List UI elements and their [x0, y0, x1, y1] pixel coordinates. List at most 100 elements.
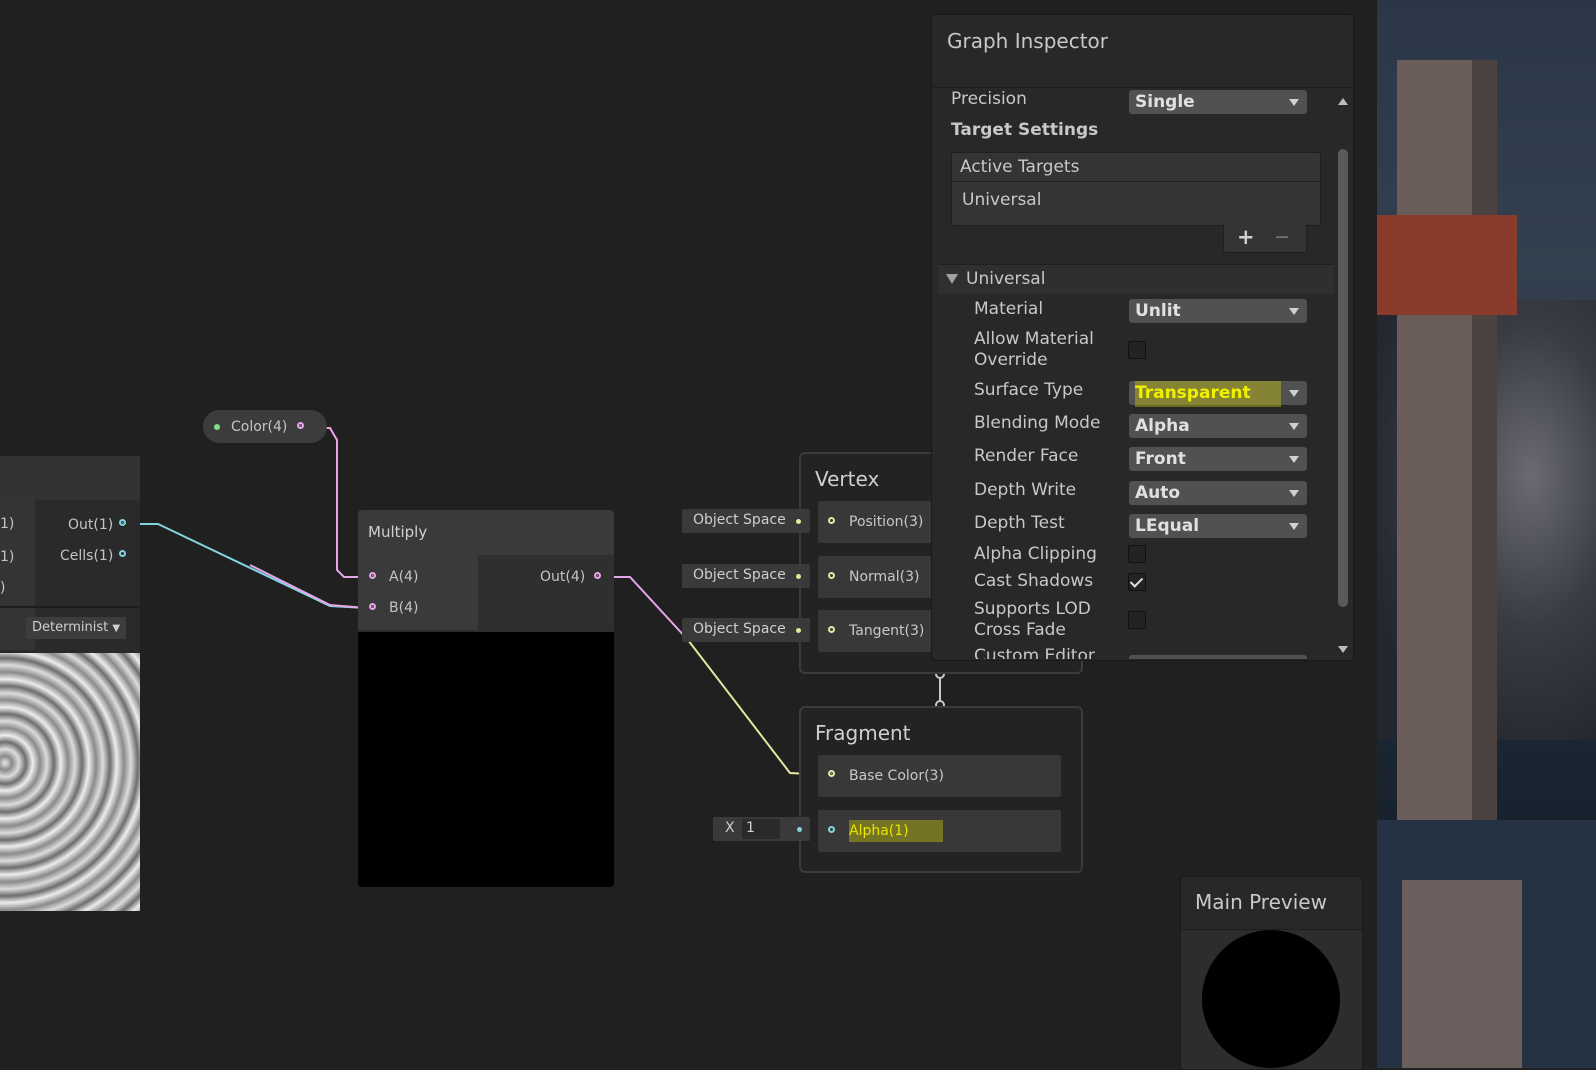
wire-pink-b: [249, 564, 367, 609]
color-property-node[interactable]: Color(4): [203, 410, 327, 443]
slot-label: Normal(3): [849, 569, 920, 585]
wire-multiply-out: [604, 576, 689, 641]
input-b-port[interactable]: [369, 603, 376, 610]
output-port[interactable]: [594, 572, 601, 579]
dropdown-value: Unlit: [1135, 301, 1181, 321]
port-row: ): [0, 580, 5, 596]
value-box[interactable]: 1: [742, 819, 780, 839]
alpha-port[interactable]: [828, 826, 835, 833]
tangent-port[interactable]: [828, 626, 835, 633]
node-preview: [358, 632, 614, 887]
depth-test-label: Depth Test: [974, 513, 1065, 533]
color-out-port[interactable]: [297, 422, 304, 429]
add-target-button[interactable]: +: [1237, 225, 1255, 249]
active-targets-list[interactable]: Active Targets Universal: [951, 152, 1321, 226]
dropdown-value: LEqual: [1135, 516, 1200, 536]
preview-sphere: [1202, 930, 1340, 1068]
output-label: Out(4): [540, 569, 586, 585]
input-value: Object Space: [693, 621, 786, 637]
position-space-input[interactable]: Object Space: [682, 509, 810, 533]
allow-material-override-label: Allow Material Override: [974, 329, 1094, 370]
multiply-node[interactable]: Multiply A(4) B(4) Out(4): [358, 510, 614, 887]
scroll-down-arrow-icon[interactable]: [1338, 646, 1348, 653]
chevron-down-icon: [1289, 99, 1299, 106]
custom-editor-dropdown[interactable]: [1129, 655, 1307, 659]
property-label: Color(4): [231, 419, 288, 435]
chevron-down-icon: [1289, 308, 1299, 315]
base-color-slot[interactable]: Base Color(3): [818, 755, 1061, 797]
dropdown-value: Alpha: [1135, 416, 1190, 436]
node-divider: [0, 606, 140, 608]
material-dropdown[interactable]: Unlit: [1129, 299, 1307, 323]
preview-viewport[interactable]: [1181, 930, 1362, 1069]
port-label: 1): [0, 549, 15, 565]
cells-port-label: Cells(1): [60, 548, 114, 564]
slot-label: Tangent(3): [849, 623, 925, 639]
dropdown-value: Front: [1135, 449, 1186, 469]
target-settings-heading: Target Settings: [951, 120, 1099, 140]
port-label: ): [0, 580, 6, 596]
chevron-down-icon: ▼: [112, 623, 121, 634]
fragment-block[interactable]: Fragment Base Color(3) Alpha(1): [799, 706, 1083, 873]
axis-label: X: [725, 820, 735, 836]
fragment-title: Fragment: [815, 721, 911, 745]
main-preview-panel[interactable]: Main Preview: [1180, 876, 1363, 1070]
alpha-value-input[interactable]: X 1: [713, 817, 810, 841]
input-a-port[interactable]: [369, 572, 376, 579]
depth-write-dropdown[interactable]: Auto: [1129, 481, 1307, 505]
depth-test-dropdown[interactable]: LEqual: [1129, 514, 1307, 538]
list-header: Active Targets: [960, 157, 1080, 177]
chevron-down-icon: [1289, 390, 1299, 397]
normal-space-input[interactable]: Object Space: [682, 564, 810, 588]
allow-material-override-checkbox[interactable]: [1128, 341, 1146, 359]
blending-mode-dropdown[interactable]: Alpha: [1129, 414, 1307, 438]
inspector-header-divider: [932, 87, 1353, 88]
position-port[interactable]: [828, 517, 835, 524]
alpha-slot[interactable]: Alpha(1): [818, 810, 1061, 852]
tangent-space-input[interactable]: Object Space: [682, 618, 810, 642]
dropdown-value: Auto: [1135, 483, 1181, 503]
remove-target-button[interactable]: −: [1274, 226, 1290, 248]
list-footer: + −: [1223, 224, 1307, 253]
properties-clip: Custom Editor: [932, 645, 1332, 659]
pillar-base-top: [1402, 880, 1522, 1068]
base-color-port[interactable]: [828, 770, 835, 777]
main-preview-title: Main Preview: [1195, 890, 1327, 914]
foldout-arrow-icon[interactable]: [946, 274, 958, 284]
dropdown-value: Determinist: [32, 620, 109, 635]
scrollbar[interactable]: [1334, 93, 1352, 660]
chevron-down-icon: [1289, 490, 1299, 497]
cells-port-dot[interactable]: [119, 550, 126, 557]
out-port-dot[interactable]: [119, 519, 126, 526]
node-header[interactable]: [0, 456, 140, 500]
render-face-dropdown[interactable]: Front: [1129, 447, 1307, 471]
precision-dropdown[interactable]: Single: [1129, 90, 1307, 114]
connector-dot: [797, 827, 802, 832]
depth-write-label: Depth Write: [974, 480, 1077, 500]
alpha-clipping-label: Alpha Clipping: [974, 544, 1097, 564]
scroll-up-arrow-icon[interactable]: [1338, 98, 1348, 105]
list-item[interactable]: Universal: [962, 190, 1041, 210]
normal-port[interactable]: [828, 572, 835, 579]
scrollbar-thumb[interactable]: [1338, 149, 1348, 607]
chevron-down-icon: [1289, 523, 1299, 530]
alpha-clipping-checkbox[interactable]: [1128, 545, 1146, 563]
hash-type-dropdown[interactable]: Determinist ▼: [26, 617, 126, 639]
port-row: 1): [0, 516, 14, 532]
port-label: 1): [0, 516, 15, 532]
slot-label: Alpha(1): [849, 820, 943, 842]
node-title[interactable]: Multiply: [358, 510, 614, 555]
connector-dot: [796, 628, 801, 633]
graph-inspector[interactable]: Graph Inspector Precision Single Target …: [931, 14, 1354, 661]
chevron-down-icon: [1289, 423, 1299, 430]
input-b-label: B(4): [389, 600, 419, 616]
custom-editor-label: Custom Editor: [974, 646, 1095, 659]
surface-type-dropdown[interactable]: Transparent: [1129, 381, 1307, 407]
supports-lod-cross-fade-checkbox[interactable]: [1128, 611, 1146, 629]
voronoi-node[interactable]: 1) 1) ) Out(1) Cells(1) Determinist ▼: [0, 456, 140, 911]
precision-label: Precision: [951, 89, 1027, 109]
universal-section-header[interactable]: Universal: [938, 264, 1334, 294]
connector-dot: [796, 519, 801, 524]
cast-shadows-checkbox[interactable]: [1128, 573, 1146, 591]
out-port-label: Out(1): [68, 517, 114, 533]
